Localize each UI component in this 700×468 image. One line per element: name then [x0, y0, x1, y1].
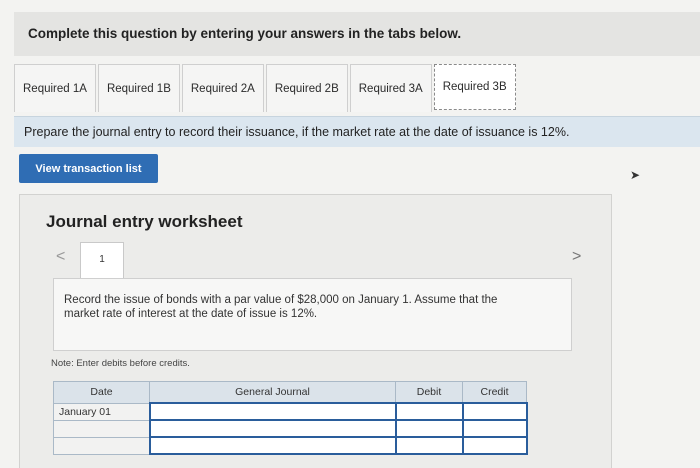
- instruction-bar: Prepare the journal entry to record thei…: [14, 116, 700, 147]
- debit-input[interactable]: [394, 402, 464, 421]
- chevron-left-icon[interactable]: <: [50, 247, 71, 267]
- header-text: Complete this question by entering your …: [28, 26, 462, 41]
- debit-input[interactable]: [394, 436, 464, 455]
- tabs-row: Required 1A Required 1B Required 2A Requ…: [14, 64, 700, 116]
- table-row: [53, 436, 528, 455]
- tab-required-1b[interactable]: Required 1B: [97, 64, 180, 112]
- journal-table: Date General Journal Debit Credit Januar…: [53, 381, 528, 455]
- general-journal-input[interactable]: [148, 419, 397, 438]
- debit-input[interactable]: [394, 419, 464, 438]
- header-bar: Complete this question by entering your …: [14, 12, 700, 56]
- date-cell: [53, 436, 150, 455]
- header-general-journal: General Journal: [149, 381, 396, 404]
- record-instruction-text: Record the issue of bonds with a par val…: [64, 294, 498, 320]
- tab-required-2b[interactable]: Required 2B: [265, 64, 348, 112]
- mouse-cursor-icon: ➤: [630, 168, 641, 182]
- entry-page-number: 1: [99, 254, 105, 265]
- view-transaction-list-button[interactable]: View transaction list: [19, 154, 158, 183]
- journal-entry-worksheet: Journal entry worksheet < 1 > Record the…: [19, 194, 612, 468]
- instruction-text: Prepare the journal entry to record thei…: [24, 125, 570, 139]
- header-debit: Debit: [395, 381, 463, 404]
- table-row: January 01: [53, 402, 528, 421]
- credit-input[interactable]: [461, 419, 528, 438]
- general-journal-input[interactable]: [148, 402, 397, 421]
- chevron-right-icon[interactable]: >: [566, 247, 587, 267]
- tab-required-3b[interactable]: Required 3B: [433, 64, 516, 110]
- debits-credits-note: Note: Enter debits before credits.: [51, 358, 190, 369]
- record-instruction-box: Record the issue of bonds with a par val…: [53, 278, 572, 351]
- credit-input[interactable]: [461, 436, 528, 455]
- header-date: Date: [53, 381, 150, 404]
- tab-required-1a[interactable]: Required 1A: [14, 64, 96, 112]
- worksheet-title: Journal entry worksheet: [46, 212, 243, 231]
- general-journal-input[interactable]: [148, 436, 397, 455]
- entry-page-tab[interactable]: 1: [80, 242, 124, 278]
- tab-required-3a[interactable]: Required 3A: [349, 64, 432, 112]
- date-cell: [53, 419, 150, 438]
- tab-required-2a[interactable]: Required 2A: [181, 64, 264, 112]
- date-cell: January 01: [53, 402, 150, 421]
- table-row: [53, 419, 528, 438]
- header-credit: Credit: [462, 381, 527, 404]
- table-header-row: Date General Journal Debit Credit: [53, 381, 527, 404]
- credit-input[interactable]: [461, 402, 528, 421]
